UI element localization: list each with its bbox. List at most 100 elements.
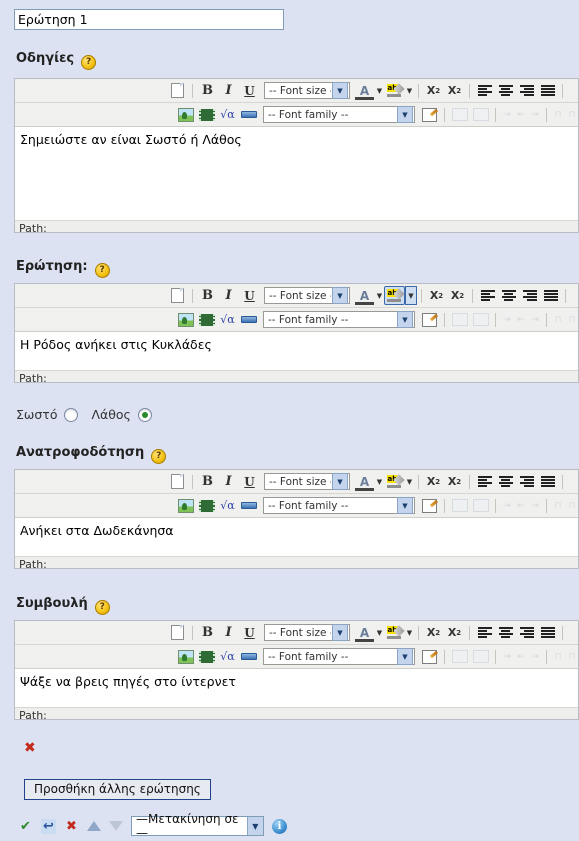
editor-content-feedback[interactable]: Ανήκει στα Δωδεκάνησα [15,518,578,556]
underline-icon[interactable]: U [239,472,260,491]
undo-icon[interactable]: ↩ [41,818,56,834]
table-properties-icon[interactable] [470,647,491,666]
new-document-icon[interactable] [167,623,188,642]
chevron-down-icon[interactable]: ▼ [397,106,413,123]
align-justify-icon[interactable] [537,623,558,642]
indent-icon[interactable]: ⇤ [514,314,528,325]
align-justify-icon[interactable] [537,81,558,100]
superscript-icon[interactable]: X2 [444,81,465,100]
superscript-icon[interactable]: X2 [447,286,468,305]
superscript-icon[interactable]: X2 [444,623,465,642]
cell-split-icon[interactable]: ⊓ [551,651,565,662]
help-icon[interactable]: ? [94,600,110,615]
confirm-icon[interactable]: ✔ [18,819,33,834]
delete-icon[interactable]: ✖ [64,819,79,834]
move-up-icon[interactable] [87,821,101,831]
insert-image-icon[interactable] [175,647,196,666]
subscript-icon[interactable]: X2 [423,623,444,642]
highlight-color-icon[interactable]: ab [384,472,405,491]
subscript-icon[interactable]: X2 [426,286,447,305]
align-right-icon[interactable] [519,286,540,305]
insert-image-icon[interactable] [175,105,196,124]
italic-icon[interactable]: I [218,286,239,305]
chevron-down-icon[interactable]: ▼ [397,311,413,328]
text-color-chevron-down-icon[interactable]: ▼ [375,81,384,100]
cell-merge-icon[interactable]: ⊓ [565,651,578,662]
chevron-down-icon[interactable]: ▼ [332,287,348,304]
align-justify-icon[interactable] [540,286,561,305]
radio-false[interactable] [137,407,152,422]
blockquote-icon[interactable]: ⇥ [528,314,542,325]
insert-equation-icon[interactable]: √α [217,310,238,329]
table-properties-icon[interactable] [470,496,491,515]
font-family-select[interactable]: -- Font family -- ▼ [263,648,415,665]
editor-content-hint[interactable]: Ψάξε να βρεις πηγές στο ίντερνετ [15,669,578,707]
italic-icon[interactable]: I [218,81,239,100]
align-right-icon[interactable] [516,623,537,642]
edit-html-icon[interactable] [419,496,440,515]
align-justify-icon[interactable] [537,472,558,491]
chevron-down-icon[interactable]: ▼ [246,817,263,835]
align-left-icon[interactable] [477,286,498,305]
italic-icon[interactable]: I [218,623,239,642]
help-icon[interactable]: ? [94,263,110,278]
table-properties-icon[interactable] [470,105,491,124]
indent-icon[interactable]: ⇤ [514,109,528,120]
radio-true[interactable] [64,407,79,422]
text-color-icon[interactable]: A [354,81,375,100]
align-center-icon[interactable] [498,286,519,305]
chevron-down-icon[interactable]: ▼ [332,624,348,641]
delete-answer-icon[interactable]: ✖ [24,740,36,756]
new-document-icon[interactable] [167,81,188,100]
underline-icon[interactable]: U [239,81,260,100]
outdent-icon[interactable]: ⇥ [500,651,514,662]
insert-table-icon[interactable] [449,105,470,124]
new-document-icon[interactable] [167,472,188,491]
align-right-icon[interactable] [516,472,537,491]
help-icon[interactable]: ? [81,55,97,70]
insert-image-icon[interactable] [175,310,196,329]
insert-equation-icon[interactable]: √α [217,647,238,666]
table-properties-icon[interactable] [470,310,491,329]
highlight-color-chevron-down-icon[interactable]: ▼ [405,286,417,305]
subscript-icon[interactable]: X2 [423,81,444,100]
font-size-select[interactable]: -- Font size -- ▼ [264,82,350,99]
horizontal-rule-icon[interactable] [238,310,259,329]
outdent-icon[interactable]: ⇥ [500,500,514,511]
highlight-color-chevron-down-icon[interactable]: ▼ [405,81,414,100]
horizontal-rule-icon[interactable] [238,647,259,666]
insert-media-icon[interactable] [196,105,217,124]
insert-media-icon[interactable] [196,310,217,329]
insert-equation-icon[interactable]: √α [217,496,238,515]
align-left-icon[interactable] [474,623,495,642]
highlight-color-icon[interactable]: ab [384,623,405,642]
cell-split-icon[interactable]: ⊓ [551,500,565,511]
text-color-icon[interactable]: A [354,472,375,491]
blockquote-icon[interactable]: ⇥ [528,651,542,662]
align-center-icon[interactable] [495,81,516,100]
blockquote-icon[interactable]: ⇥ [528,500,542,511]
bold-icon[interactable]: B [197,623,218,642]
highlight-color-icon[interactable]: ab [384,286,405,305]
move-to-select[interactable]: —Μετακίνηση σε— ▼ [131,812,264,840]
highlight-color-chevron-down-icon[interactable]: ▼ [405,623,414,642]
outdent-icon[interactable]: ⇥ [500,314,514,325]
bold-icon[interactable]: B [197,472,218,491]
move-down-icon[interactable] [109,821,123,831]
chevron-down-icon[interactable]: ▼ [332,82,348,99]
info-icon[interactable]: i [272,818,287,834]
text-color-chevron-down-icon[interactable]: ▼ [375,623,384,642]
editor-content-instructions[interactable]: Σημειώστε αν είναι Σωστό ή Λάθος [15,127,578,220]
align-center-icon[interactable] [495,472,516,491]
text-color-chevron-down-icon[interactable]: ▼ [375,472,384,491]
bold-icon[interactable]: B [197,286,218,305]
subscript-icon[interactable]: X2 [423,472,444,491]
align-left-icon[interactable] [474,81,495,100]
font-size-select[interactable]: -- Font size -- ▼ [264,473,350,490]
blockquote-icon[interactable]: ⇥ [528,109,542,120]
font-family-select[interactable]: -- Font family -- ▼ [263,311,415,328]
indent-icon[interactable]: ⇤ [514,651,528,662]
align-right-icon[interactable] [516,81,537,100]
editor-content-question[interactable]: Η Ρόδος ανήκει στις Κυκλάδες [15,332,578,370]
add-question-button[interactable]: Προσθήκη άλλης ερώτησης [24,779,211,800]
